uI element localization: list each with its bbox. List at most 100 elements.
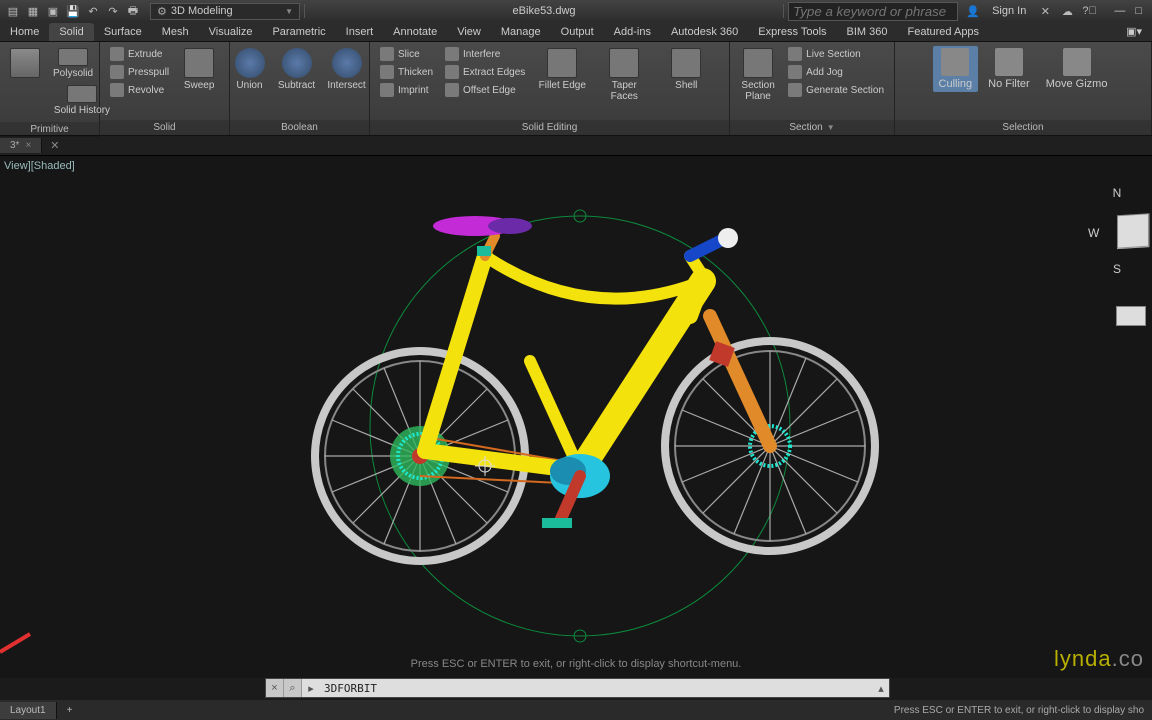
union-button[interactable]: Union xyxy=(230,46,270,93)
culling-button[interactable]: Culling xyxy=(933,46,979,92)
save-icon[interactable]: 💾 xyxy=(66,4,80,18)
imprint-button[interactable]: Imprint xyxy=(376,82,437,98)
fillet-button[interactable]: Fillet Edge xyxy=(533,46,591,93)
model-viewport[interactable]: View][Shaded] xyxy=(0,156,1152,678)
signin-icon[interactable]: 👤 xyxy=(966,5,980,18)
cmd-history-icon[interactable]: ▴ xyxy=(873,682,889,695)
interfere-button[interactable]: Interfere xyxy=(441,46,529,62)
help-icon[interactable]: ?⃝ xyxy=(1082,5,1096,17)
maximize-button[interactable]: □ xyxy=(1135,5,1142,17)
minimize-button[interactable]: — xyxy=(1114,5,1125,17)
print-icon[interactable]: 🖶 xyxy=(126,4,140,18)
new-icon[interactable]: ▦ xyxy=(26,4,40,18)
gizmo-icon xyxy=(1063,48,1091,76)
workspace-label: 3D Modeling xyxy=(171,5,233,17)
add-layout-button[interactable]: + xyxy=(57,702,83,719)
navbar-button[interactable] xyxy=(1116,306,1146,326)
close-doc-icon[interactable]: × xyxy=(25,140,31,151)
viewcube-face[interactable] xyxy=(1117,213,1149,249)
culling-icon xyxy=(941,48,969,76)
extract-button[interactable]: Extract Edges xyxy=(441,64,529,80)
revolve-button[interactable]: Revolve xyxy=(106,82,173,98)
signin-link[interactable]: Sign In xyxy=(988,5,1030,17)
intersect-button[interactable]: Intersect xyxy=(324,46,370,93)
cmd-recent-icon[interactable]: ⌕ xyxy=(284,679,302,697)
tab-surface[interactable]: Surface xyxy=(94,23,152,41)
undo-icon[interactable]: ↶ xyxy=(86,4,100,18)
workspace-dropdown[interactable]: ⚙ 3D Modeling ▼ xyxy=(150,3,300,20)
document-tab[interactable]: 3*× xyxy=(0,138,42,153)
app-menu-icon[interactable]: ▤ xyxy=(6,4,20,18)
slice-button[interactable]: Slice xyxy=(376,46,437,62)
cloud-icon[interactable]: ☁ xyxy=(1060,5,1074,18)
tab-solid[interactable]: Solid xyxy=(49,23,93,41)
generate-section-button[interactable]: Generate Section xyxy=(784,82,888,98)
taper-button[interactable]: Taper Faces xyxy=(595,46,653,104)
thicken-icon xyxy=(380,65,394,79)
sweep-icon xyxy=(184,48,214,78)
document-title: eBike53.dwg xyxy=(304,4,784,18)
redo-icon[interactable]: ↷ xyxy=(106,4,120,18)
tab-annotate[interactable]: Annotate xyxy=(383,23,447,41)
live-section-button[interactable]: Live Section xyxy=(784,46,888,62)
tab-insert[interactable]: Insert xyxy=(336,23,384,41)
tab-home[interactable]: Home xyxy=(0,23,49,41)
thicken-button[interactable]: Thicken xyxy=(376,64,437,80)
layout-tab[interactable]: Layout1 xyxy=(0,702,57,719)
tab-addins[interactable]: Add-ins xyxy=(604,23,661,41)
tab-output[interactable]: Output xyxy=(551,23,604,41)
extrude-button[interactable]: Extrude xyxy=(106,46,173,62)
tab-bim360[interactable]: BIM 360 xyxy=(837,23,898,41)
presspull-icon xyxy=(110,65,124,79)
new-doc-tab[interactable]: ✕ xyxy=(42,137,67,154)
open-icon[interactable]: ▣ xyxy=(46,4,60,18)
tab-visualize[interactable]: Visualize xyxy=(199,23,263,41)
extract-icon xyxy=(445,65,459,79)
search-input[interactable] xyxy=(788,2,958,21)
chevron-down-icon[interactable]: ▼ xyxy=(827,123,835,132)
tab-options-icon[interactable]: ▣▾ xyxy=(1116,22,1152,41)
gear-icon: ⚙ xyxy=(157,5,167,18)
nofilter-icon xyxy=(995,48,1023,76)
panel-primitive: Primitive xyxy=(0,122,99,137)
tab-featured[interactable]: Featured Apps xyxy=(898,23,990,41)
panel-section[interactable]: Section xyxy=(789,122,822,133)
tab-parametric[interactable]: Parametric xyxy=(262,23,335,41)
imprint-icon xyxy=(380,83,394,97)
nofilter-button[interactable]: No Filter xyxy=(982,46,1036,92)
taper-icon xyxy=(609,48,639,78)
exchange-icon[interactable]: ✕ xyxy=(1038,5,1052,18)
viewcube-n: N xyxy=(1113,186,1122,200)
shell-button[interactable]: Shell xyxy=(657,46,715,93)
sweep-button[interactable]: Sweep xyxy=(177,46,221,93)
union-icon xyxy=(235,48,265,78)
extrude-icon xyxy=(110,47,124,61)
tab-view[interactable]: View xyxy=(447,23,491,41)
tab-manage[interactable]: Manage xyxy=(491,23,551,41)
tab-mesh[interactable]: Mesh xyxy=(152,23,199,41)
polysolid-button[interactable]: Polysolid xyxy=(48,46,98,81)
tab-express[interactable]: Express Tools xyxy=(748,23,836,41)
viewcube[interactable]: N W S xyxy=(1088,186,1146,276)
watermark: lynda.co xyxy=(1054,646,1144,672)
polysolid-icon xyxy=(58,48,88,66)
subtract-button[interactable]: Subtract xyxy=(274,46,320,93)
ribbon-tabs: Home Solid Surface Mesh Visualize Parame… xyxy=(0,22,1152,42)
history-icon xyxy=(67,85,97,103)
command-line[interactable]: × ⌕ ▸ 3DFORBIT ▴ xyxy=(265,678,890,698)
view-label[interactable]: View][Shaded] xyxy=(4,160,75,172)
section-plane-button[interactable]: Section Plane xyxy=(736,46,780,104)
intersect-icon xyxy=(332,48,362,78)
jog-icon xyxy=(788,65,802,79)
panel-solid: Solid xyxy=(100,120,229,135)
cmd-close-icon[interactable]: × xyxy=(266,679,284,697)
add-jog-button[interactable]: Add Jog xyxy=(784,64,888,80)
tab-a360[interactable]: Autodesk 360 xyxy=(661,23,748,41)
presspull-button[interactable]: Presspull xyxy=(106,64,173,80)
box-icon xyxy=(10,48,40,78)
gizmo-button[interactable]: Move Gizmo xyxy=(1040,46,1114,92)
fillet-icon xyxy=(547,48,577,78)
box-button[interactable] xyxy=(6,46,44,80)
offset-button[interactable]: Offset Edge xyxy=(441,82,529,98)
command-text[interactable]: 3DFORBIT xyxy=(320,682,873,695)
